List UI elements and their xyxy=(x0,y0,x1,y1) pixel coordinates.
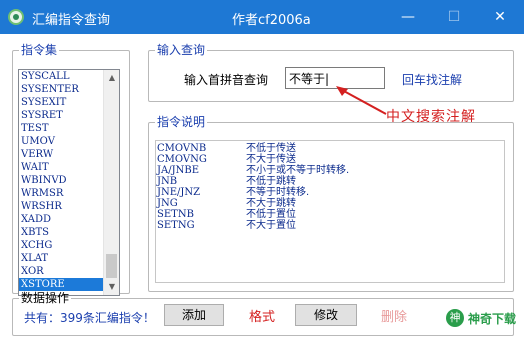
watermark-text: 神奇下载 xyxy=(468,312,517,326)
list-item[interactable]: SYSRET xyxy=(19,109,104,122)
description-box[interactable]: CMOVNB 不低于传送 CMOVNG 不大于传送 JA/JNBE 不小于或不等于时转移.… xyxy=(155,140,505,283)
list-item[interactable]: SYSCALL xyxy=(19,70,104,83)
query-prompt-label: 输入首拼音查询 xyxy=(184,73,269,87)
close-button[interactable]: ✕ xyxy=(477,0,523,34)
list-item[interactable]: SYSEXIT xyxy=(19,96,104,109)
minimize-button[interactable]: — xyxy=(385,0,431,34)
description-legend: 指令说明 xyxy=(157,115,206,129)
list-item[interactable]: WAIT xyxy=(19,161,104,174)
list-item[interactable]: WRSHR xyxy=(19,200,104,213)
app-icon xyxy=(8,9,24,25)
list-item[interactable]: WBINVD xyxy=(19,174,104,187)
description-group: 指令说明 CMOVNB 不低于传送 CMOVNG 不大于传送 JA/JNBE 不小于或不等… xyxy=(148,116,514,292)
list-item[interactable]: WRMSR xyxy=(19,187,104,200)
format-button[interactable]: 格式 xyxy=(249,306,275,325)
watermark-logo-icon: 神 xyxy=(446,309,464,327)
instruction-list-items: SYSCALL SYSENTER SYSEXIT SYSRET TEST UMOV VERW… xyxy=(19,70,104,291)
list-item[interactable]: VERW xyxy=(19,148,104,161)
description-meaning: 不大于置位 xyxy=(246,220,296,231)
list-item[interactable]: UMOV xyxy=(19,135,104,148)
window-title: 汇编指令查询 xyxy=(32,13,111,28)
list-item[interactable]: XSTORE xyxy=(19,278,104,291)
enter-hint-label: 回车找注解 xyxy=(402,73,463,87)
list-item[interactable]: XCHG xyxy=(19,239,104,252)
instruction-set-group: 指令集 SYSCALL SYSENTER SYSEXIT SYSRET TEST UMOV… xyxy=(12,43,130,296)
instruction-set-legend: 指令集 xyxy=(21,43,58,57)
list-item[interactable]: SYSENTER xyxy=(19,83,104,96)
instruction-count: 共有：399条汇编指令！ xyxy=(24,311,155,325)
list-item[interactable]: XBTS xyxy=(19,226,104,239)
list-scrollbar[interactable]: ▲ ▼ xyxy=(103,70,119,295)
instruction-list[interactable]: SYSCALL SYSENTER SYSEXIT SYSRET TEST UMOV VERW… xyxy=(18,69,120,296)
add-button[interactable]: 添加 xyxy=(164,304,224,326)
window-author: 作者cf2006a xyxy=(232,13,311,28)
scroll-thumb[interactable] xyxy=(106,254,117,278)
description-cmd: SETNG xyxy=(157,220,195,231)
watermark: 神 神奇下载 xyxy=(440,306,522,330)
edit-button[interactable]: 修改 xyxy=(295,304,357,326)
title-bar: 汇编指令查询 作者cf2006a — ☐ ✕ xyxy=(0,0,524,34)
maximize-button[interactable]: ☐ xyxy=(431,0,477,34)
scroll-up-icon[interactable]: ▲ xyxy=(104,70,119,86)
list-item[interactable]: XLAT xyxy=(19,252,104,265)
list-item[interactable]: XADD xyxy=(19,213,104,226)
query-legend: 输入查询 xyxy=(157,43,206,57)
annotation-arrow-icon xyxy=(336,86,387,115)
list-item[interactable]: XOR xyxy=(19,265,104,278)
data-ops-legend: 数据操作 xyxy=(21,291,70,305)
list-item[interactable]: TEST xyxy=(19,122,104,135)
client-area: 指令集 SYSCALL SYSENTER SYSEXIT SYSRET TEST UMOV… xyxy=(0,34,524,338)
delete-button[interactable]: 删除 xyxy=(381,306,407,325)
